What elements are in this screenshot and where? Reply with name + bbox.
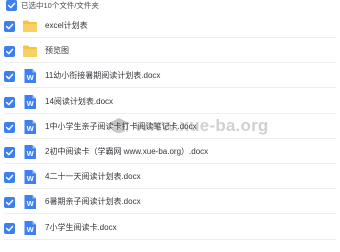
selection-header: 已选中10个文件/文件夹 (0, 0, 340, 11)
row-checkbox[interactable] (4, 121, 15, 133)
row-checkbox[interactable] (4, 222, 15, 234)
row-checkbox[interactable] (4, 21, 15, 32)
row-divider (4, 37, 336, 38)
row-divider (4, 213, 336, 215)
word-doc-icon: W (22, 194, 38, 210)
file-name: 预览图 (45, 46, 69, 56)
row-checkbox[interactable] (4, 197, 15, 209)
folder-icon (22, 43, 38, 59)
word-doc-icon: W (22, 144, 38, 160)
folder-icon (22, 18, 38, 34)
folder-row[interactable]: 预览图 (0, 39, 340, 64)
file-name: 4二十一天阅读计划表.docx (45, 172, 141, 182)
word-doc-icon: W (22, 169, 38, 185)
file-row[interactable]: W 1中小学生亲子阅读卡打卡阅读笔记卡.docx (0, 115, 340, 139)
row-checkbox[interactable] (4, 71, 15, 83)
file-name: 7小学生阅读卡.docx (45, 222, 117, 232)
svg-text:W: W (27, 174, 35, 183)
svg-text:W: W (27, 225, 35, 234)
row-checkbox[interactable] (4, 96, 15, 108)
row-divider (4, 188, 336, 190)
row-divider (4, 238, 336, 240)
row-checkbox[interactable] (4, 147, 15, 158)
file-name: excel计划表 (45, 21, 88, 30)
file-name: 2初中阅读卡（学霸网 www.xue-ba.org）.docx (45, 147, 209, 156)
file-row[interactable]: W 7小学生阅读卡.docx (0, 216, 340, 240)
svg-text:W: W (27, 124, 35, 133)
svg-text:W: W (27, 200, 35, 209)
file-row[interactable]: W 6暑期亲子阅读计划表.docx (0, 190, 340, 215)
row-checkbox[interactable] (4, 46, 15, 58)
row-divider (4, 112, 336, 114)
file-row[interactable]: W 11幼小衔接暑期阅读计划表.docx (0, 64, 340, 89)
word-doc-icon: W (22, 220, 38, 236)
row-checkbox[interactable] (4, 172, 15, 184)
file-name: 1中小学生亲子阅读卡打卡阅读笔记卡.docx (45, 121, 197, 131)
row-divider (4, 87, 336, 89)
row-divider (4, 137, 336, 139)
file-row[interactable]: W 14阅读计划表.docx (0, 90, 340, 114)
svg-text:W: W (27, 74, 35, 83)
svg-text:W: W (27, 149, 35, 158)
word-doc-icon: W (22, 94, 38, 110)
select-all-checkbox[interactable] (6, 0, 17, 11)
selection-count-text: 已选中10个文件/文件夹 (21, 1, 99, 10)
word-doc-icon: W (22, 68, 38, 84)
file-row[interactable]: W 2初中阅读卡（学霸网 www.xue-ba.org）.docx (0, 140, 340, 164)
row-divider (4, 163, 336, 164)
file-row[interactable]: W 4二十一天阅读计划表.docx (0, 165, 340, 190)
file-name: 6暑期亲子阅读计划表.docx (45, 197, 141, 207)
file-name: 11幼小衔接暑期阅读计划表.docx (45, 71, 161, 81)
svg-text:W: W (27, 99, 35, 108)
row-divider (4, 62, 336, 64)
word-doc-icon: W (22, 119, 38, 135)
file-name: 14阅读计划表.docx (45, 96, 114, 106)
folder-row[interactable]: excel计划表 (0, 14, 340, 38)
